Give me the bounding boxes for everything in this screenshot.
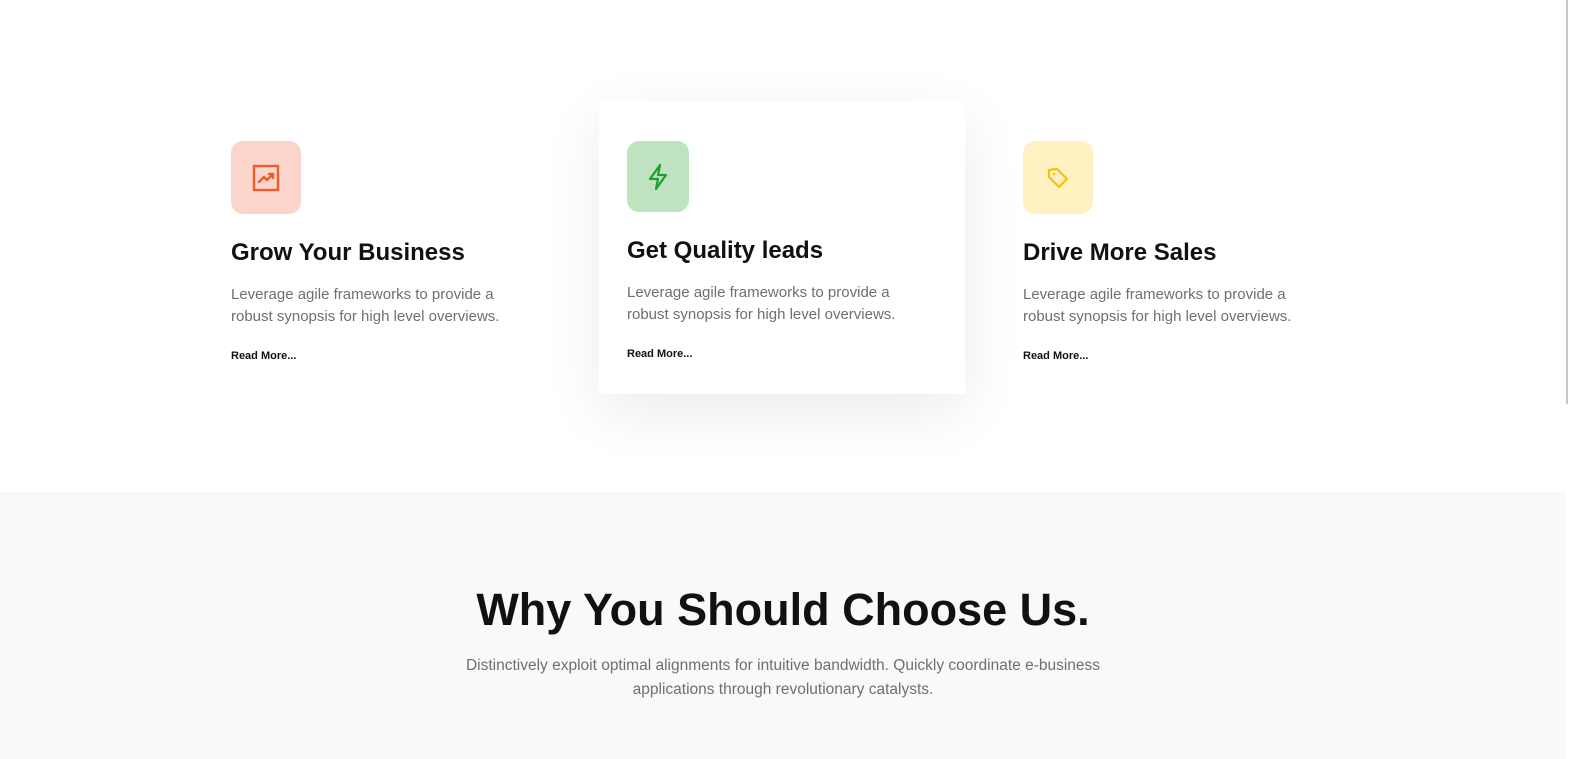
- read-more-link[interactable]: Read More...: [627, 348, 692, 360]
- why-choose-us-section: Why You Should Choose Us. Distinctively …: [0, 492, 1566, 759]
- feature-icon-box: [627, 141, 689, 212]
- feature-title: Grow Your Business: [231, 239, 465, 266]
- read-more-link[interactable]: Read More...: [231, 350, 296, 362]
- page: Grow Your Business Leverage agile framew…: [0, 0, 1584, 759]
- feature-icon-box: [1023, 141, 1093, 214]
- scrollbar-track[interactable]: [1566, 0, 1584, 759]
- lightning-icon: [647, 163, 669, 191]
- section-description: Distinctively exploit optimal alignments…: [465, 657, 1101, 698]
- tag-icon: [1046, 166, 1070, 190]
- feature-icon-box: [231, 141, 301, 214]
- feature-title: Drive More Sales: [1023, 239, 1217, 266]
- section-title: Why You Should Choose Us.: [476, 584, 1090, 635]
- feature-description: Leverage agile frameworks to provide a r…: [627, 284, 896, 323]
- trending-up-icon: [252, 164, 280, 192]
- feature-description: Leverage agile frameworks to provide a r…: [1023, 286, 1292, 325]
- feature-title: Get Quality leads: [627, 237, 824, 264]
- feature-description: Leverage agile frameworks to provide a r…: [231, 286, 500, 325]
- feature-card-grow-business: Grow Your Business Leverage agile framew…: [231, 141, 599, 364]
- features-section: Grow Your Business Leverage agile framew…: [0, 0, 1566, 498]
- scrollbar-thumb[interactable]: [1566, 0, 1568, 404]
- feature-card-drive-sales: Drive More Sales Leverage agile framewor…: [1023, 141, 1391, 364]
- read-more-link[interactable]: Read More...: [1023, 350, 1088, 362]
- feature-card-quality-leads: Get Quality leads Leverage agile framewo…: [599, 101, 965, 394]
